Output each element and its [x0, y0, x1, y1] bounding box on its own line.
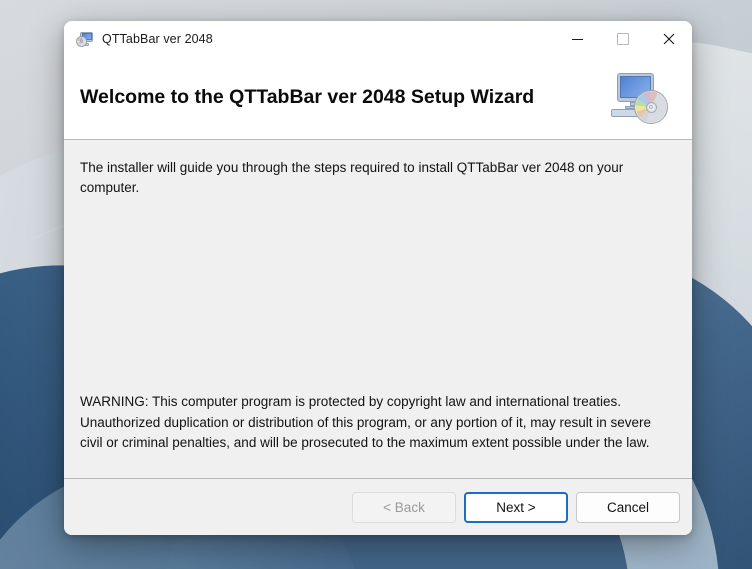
cancel-button[interactable]: Cancel — [576, 491, 680, 523]
next-button[interactable]: Next > — [464, 491, 568, 523]
window-title-bar[interactable]: QTTabBar ver 2048 — [64, 21, 692, 57]
installer-window: QTTabBar ver 2048 Welcome to the QTTabBa… — [64, 21, 692, 535]
warning-paragraph: WARNING: This computer program is protec… — [80, 394, 652, 451]
close-icon — [663, 33, 675, 45]
wizard-body: The installer will guide you through the… — [64, 140, 692, 479]
intro-paragraph: The installer will guide you through the… — [80, 160, 624, 196]
installer-monitor-cd-icon — [608, 71, 670, 125]
minimize-button[interactable] — [554, 21, 600, 57]
maximize-button[interactable] — [600, 21, 646, 57]
close-button[interactable] — [646, 21, 692, 57]
wizard-footer: < Back Next > Cancel — [64, 479, 692, 535]
minimize-icon — [571, 38, 583, 40]
wizard-header: Welcome to the QTTabBar ver 2048 Setup W… — [64, 57, 692, 140]
page-title: Welcome to the QTTabBar ver 2048 Setup W… — [80, 86, 535, 109]
window-caption-buttons — [554, 21, 692, 57]
back-button[interactable]: < Back — [352, 491, 456, 523]
desktop-wallpaper: QTTabBar ver 2048 Welcome to the QTTabBa… — [0, 0, 752, 569]
installer-monitor-cd-icon — [76, 31, 93, 48]
window-title: QTTabBar ver 2048 — [102, 32, 213, 46]
maximize-icon — [617, 33, 629, 45]
